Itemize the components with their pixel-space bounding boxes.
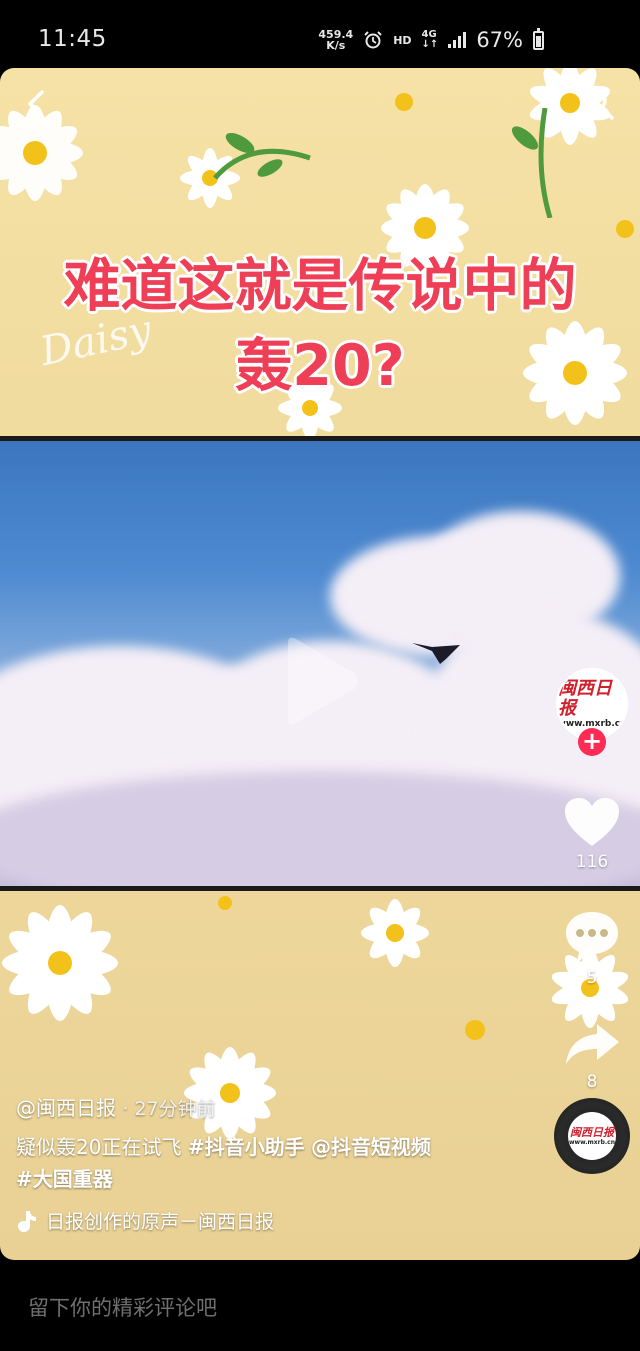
network-speed-unit: K/s	[326, 39, 346, 52]
dot-decoration	[616, 220, 634, 238]
data-arrows-icon: ↓↑	[421, 39, 439, 50]
post-caption: 疑似轰20正在试飞 #抖音小助手 @抖音短视频 #大国重器	[16, 1131, 536, 1195]
comment-button[interactable]: 5	[556, 908, 628, 988]
caption-text: 疑似轰20正在试飞	[16, 1135, 182, 1159]
mobile-data-indicator: 4G ↓↑	[422, 30, 439, 50]
battery-level	[536, 36, 541, 47]
stem-decoration	[511, 108, 553, 218]
disc-title: 闽西日报	[570, 1125, 614, 1139]
hashtag-link[interactable]: #抖音小助手	[188, 1135, 305, 1159]
video-title-line1: 难道这就是传说中的	[63, 253, 577, 319]
battery-percent: 67%	[476, 28, 523, 52]
share-count: 8	[586, 1072, 598, 1092]
video-frame	[0, 436, 640, 891]
video-title-line2: 轰20?	[235, 333, 405, 399]
music-info[interactable]: 日报创作的原声－闽西日报	[16, 1207, 536, 1234]
back-button[interactable]	[22, 86, 50, 122]
comment-icon	[566, 912, 618, 962]
daisy-decoration	[0, 105, 83, 201]
post-time: · 27分钟前	[122, 1098, 216, 1120]
disc-cover: 闽西日报 www.mxrb.cn	[568, 1112, 616, 1160]
comment-input[interactable]: 留下你的精彩评论吧	[28, 1292, 217, 1322]
share-button[interactable]: 8	[556, 1020, 628, 1092]
daisy-decoration	[2, 905, 118, 1021]
mention-link[interactable]: @抖音短视频	[311, 1135, 431, 1159]
search-button[interactable]	[578, 84, 616, 122]
post-info: @闽西日报 · 27分钟前 疑似轰20正在试飞 #抖音小助手 @抖音短视频 #大…	[16, 1094, 536, 1234]
alarm-icon	[364, 31, 382, 49]
follow-button[interactable]: +	[578, 728, 606, 756]
author-line: @闽西日报 · 27分钟前	[16, 1094, 536, 1123]
cloud	[0, 771, 640, 886]
video-player[interactable]: Daisy 难道这就是传说中的 轰20? 闽西日报 www.mxrb.cn + …	[0, 68, 640, 1260]
avatar-title: 闽西日报	[558, 677, 612, 719]
status-time: 11:45	[38, 26, 107, 52]
dot-decoration	[465, 1020, 485, 1040]
play-icon[interactable]	[280, 633, 360, 729]
music-note-icon	[18, 1210, 36, 1232]
stem-decoration	[213, 132, 311, 180]
battery-icon	[533, 27, 544, 50]
comment-count: 5	[586, 968, 598, 988]
music-title: 日报创作的原声－闽西日报	[46, 1211, 275, 1233]
dot-decoration	[395, 93, 413, 111]
daisy-decoration	[361, 899, 429, 967]
hashtag-link[interactable]: #大国重器	[16, 1167, 113, 1191]
dot-decoration	[218, 896, 232, 910]
disc-url: www.mxrb.cn	[568, 1138, 615, 1146]
share-icon	[566, 1024, 619, 1064]
status-icons: 459.4 K/s HD 4G ↓↑ 67%	[318, 24, 544, 56]
aircraft	[412, 643, 460, 664]
heart-icon	[565, 798, 619, 846]
author-name[interactable]: @闽西日报	[16, 1096, 116, 1120]
music-disc[interactable]: 闽西日报 www.mxrb.cn	[554, 1098, 630, 1174]
like-button[interactable]: 116	[556, 796, 628, 872]
like-count: 116	[575, 852, 609, 872]
signal-icon	[448, 32, 467, 48]
hd-indicator: HD	[393, 33, 412, 47]
network-speed: 459.4 K/s	[318, 29, 353, 51]
comment-bar: 留下你的精彩评论吧	[0, 1260, 640, 1351]
